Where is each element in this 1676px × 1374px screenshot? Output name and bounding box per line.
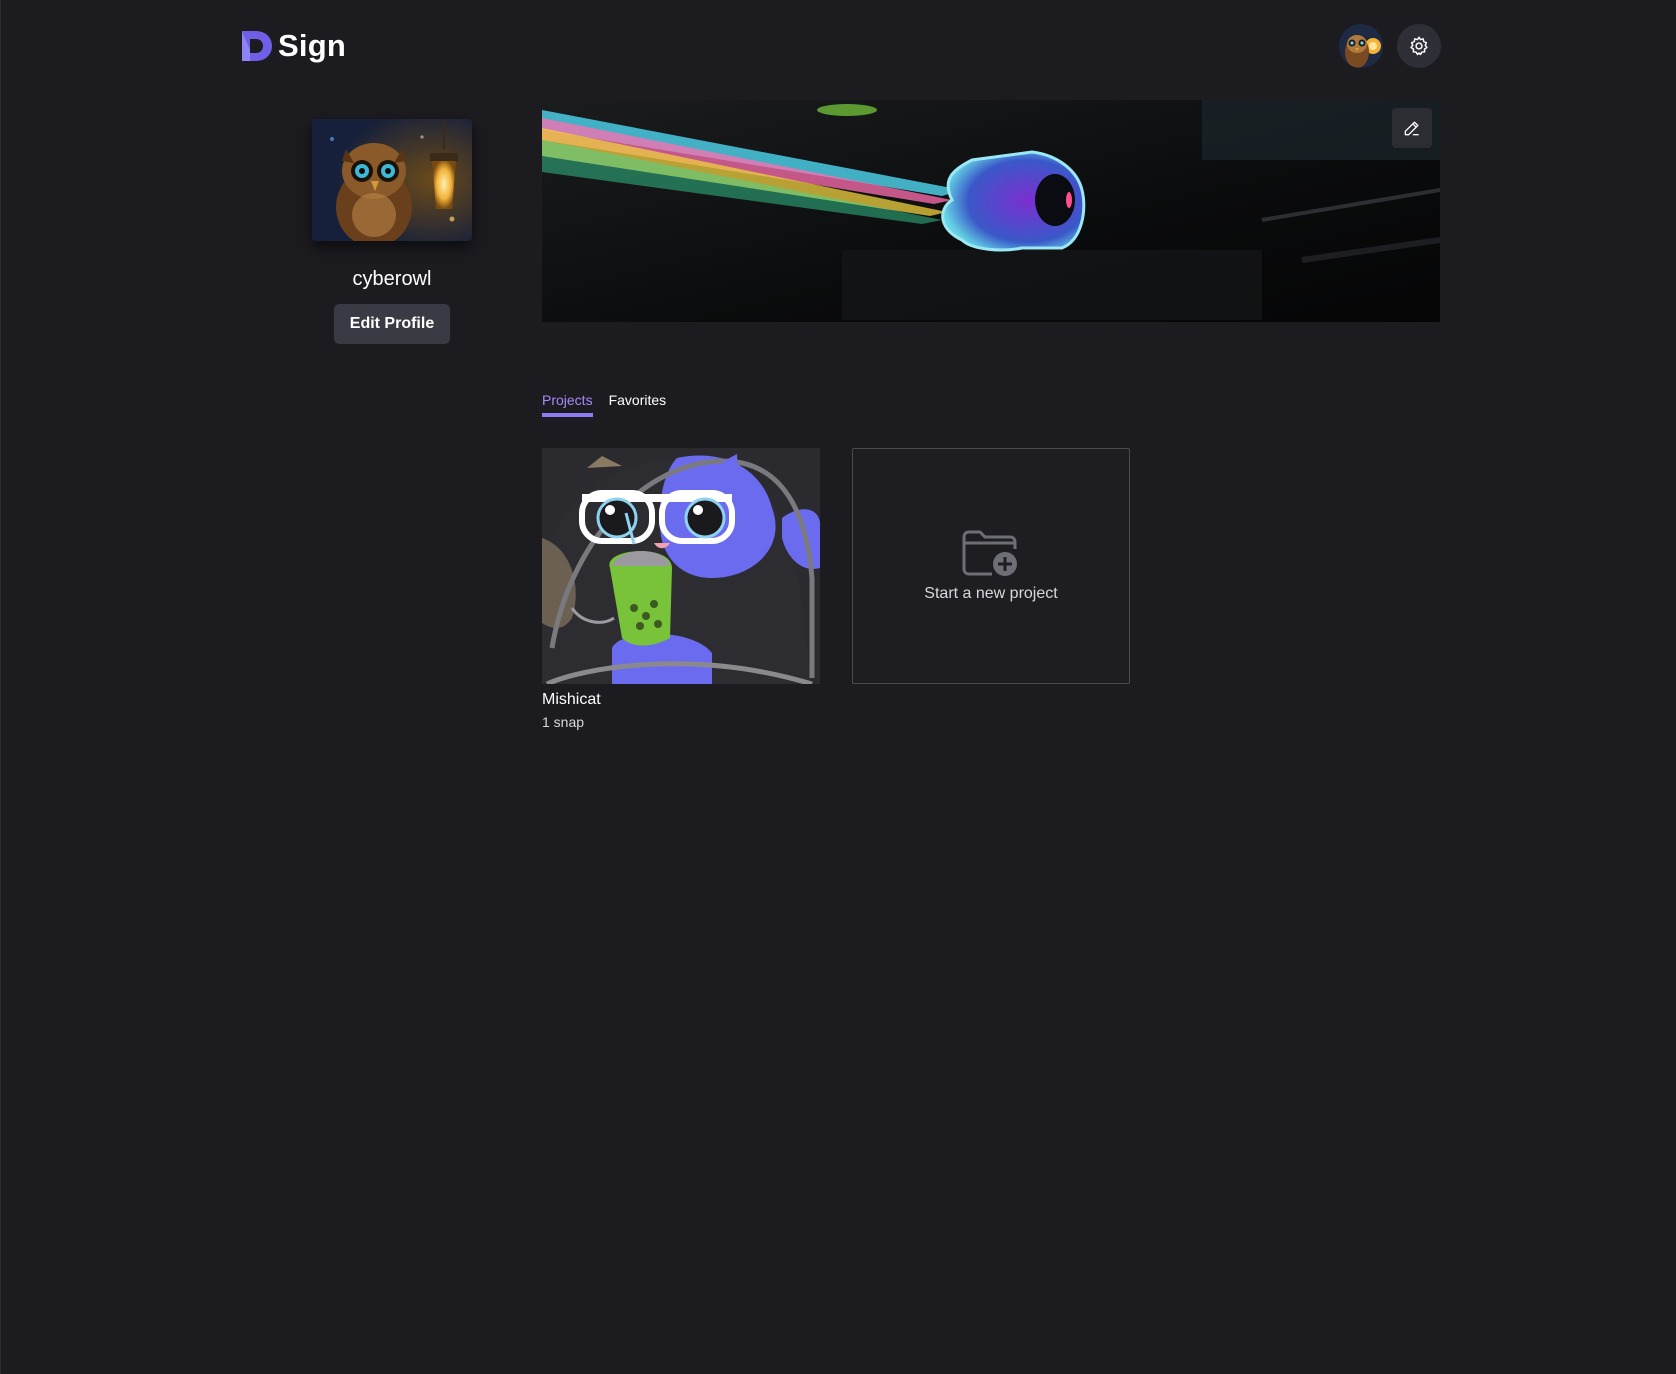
project-title[interactable]: Mishicat	[542, 691, 601, 709]
pencil-icon	[1404, 121, 1419, 136]
user-avatar[interactable]	[1339, 24, 1383, 68]
logo-mark-icon	[242, 31, 272, 61]
new-project-label: Start a new project	[924, 585, 1058, 602]
tab-projects[interactable]: Projects	[542, 392, 593, 417]
profile-tabs: Projects Favorites	[542, 392, 666, 417]
folder-plus-icon	[962, 530, 1017, 576]
app-logo[interactable]: Sign	[240, 26, 346, 66]
tab-favorites[interactable]: Favorites	[609, 392, 667, 417]
mishicat-image	[542, 448, 820, 684]
edit-profile-button[interactable]: Edit Profile	[334, 304, 450, 344]
profile-banner	[542, 100, 1440, 322]
profile-picture	[312, 119, 472, 241]
banner-edit-button[interactable]	[1392, 108, 1432, 148]
window-edge	[0, 0, 1, 1374]
banner-image	[542, 100, 1440, 322]
owl-avatar-icon	[1339, 24, 1383, 68]
new-project-card[interactable]: Start a new project	[852, 448, 1130, 684]
settings-button[interactable]	[1397, 24, 1441, 68]
project-card-thumbnail[interactable]	[542, 448, 820, 684]
logo-text: Sign	[278, 28, 346, 63]
gear-icon	[1410, 36, 1428, 56]
owl-profile-image	[312, 119, 472, 241]
username: cyberowl	[352, 268, 432, 290]
project-snap-count: 1 snap	[542, 714, 585, 730]
